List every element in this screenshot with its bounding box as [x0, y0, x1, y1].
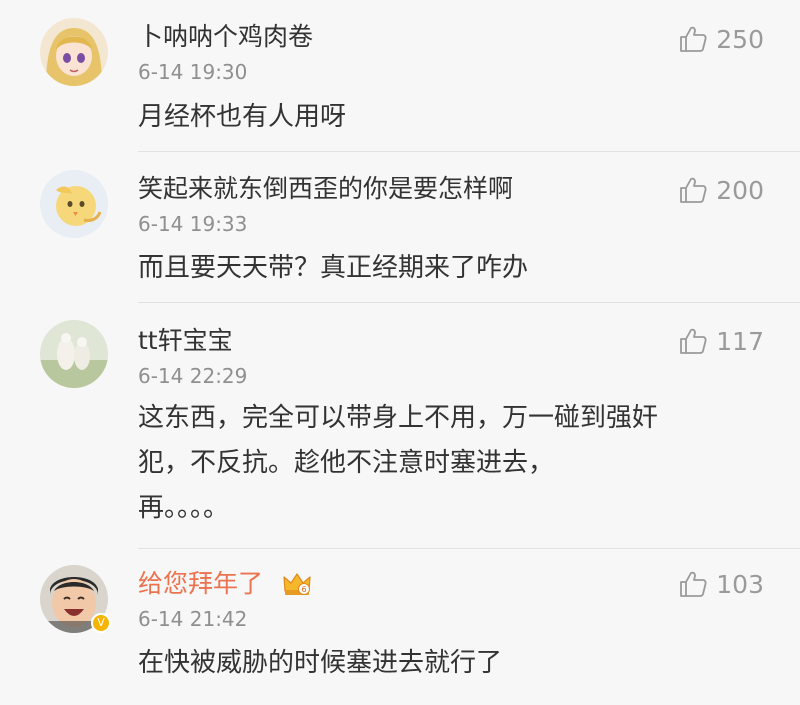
thumbs-up-icon: [680, 328, 707, 354]
like-count: 103: [716, 569, 764, 599]
comment-item: 笑起来就东倒西歪的你是要怎样啊 6-14 19:33 200 而且要天天带？真正…: [0, 152, 800, 303]
avatar-photo-image: [40, 320, 108, 388]
avatar-cartoon-bird-image: [40, 170, 108, 238]
comment-item: 卜呐呐个鸡肉卷 6-14 19:30 250 月经杯也有人用呀: [0, 0, 800, 152]
username[interactable]: 笑起来就东倒西歪的你是要怎样啊: [138, 174, 513, 204]
comment-item: V 给您拜年了 6 6-14 21:42 103 在快被威胁的时候塞进去就行了: [0, 549, 800, 705]
comment-text-line: 月经杯也有人用呀: [138, 102, 347, 132]
comment-text: 这东西，完全可以带身上不用，万一碰到强奸 犯，不反抗。趁他不注意时塞进去， 再。…: [138, 396, 778, 531]
like-count: 250: [716, 24, 764, 54]
like-button[interactable]: 117: [678, 326, 764, 356]
like-button[interactable]: 250: [678, 24, 764, 54]
username[interactable]: tt轩宝宝: [138, 326, 233, 356]
like-count: 200: [716, 175, 764, 205]
thumbs-up-icon: [680, 571, 707, 597]
avatar-anime-girl-image: [40, 18, 108, 86]
timestamp: 6-14 19:33: [138, 212, 248, 236]
avatar[interactable]: [40, 18, 108, 86]
like-button[interactable]: 200: [678, 175, 764, 205]
comment-text: 在快被威胁的时候塞进去就行了: [138, 641, 778, 686]
timestamp: 6-14 22:29: [138, 364, 248, 388]
comment-text-line: 而且要天天带？真正经期来了咋办: [138, 253, 529, 283]
username[interactable]: 卜呐呐个鸡肉卷: [138, 22, 313, 52]
comment-text-line: 在快被威胁的时候塞进去就行了: [138, 648, 503, 678]
like-count: 117: [716, 326, 764, 356]
comment-text-line: 再。。。。: [138, 493, 230, 523]
avatar[interactable]: [40, 170, 108, 238]
comment-text-line: 犯，不反抗。趁他不注意时塞进去，: [138, 448, 555, 478]
comment-item: tt轩宝宝 6-14 22:29 117 这东西，完全可以带身上不用，万一碰到强…: [0, 302, 800, 549]
comment-text-line: 这东西，完全可以带身上不用，万一碰到强奸: [138, 403, 659, 433]
comment-text: 月经杯也有人用呀: [138, 95, 778, 140]
thumbs-up-icon: [680, 177, 707, 203]
timestamp: 6-14 19:30: [138, 60, 248, 84]
crown-icon: 6: [283, 573, 311, 595]
like-button[interactable]: 103: [678, 569, 764, 599]
crown-level-label: 6: [301, 585, 306, 594]
thumbs-up-icon: [680, 26, 707, 52]
comment-text: 而且要天天带？真正经期来了咋办: [138, 246, 778, 291]
username[interactable]: 给您拜年了: [138, 569, 263, 599]
comment-list: 卜呐呐个鸡肉卷 6-14 19:30 250 月经杯也有人用呀 笑起来就东倒西歪…: [0, 0, 800, 705]
vip-badge-icon: V: [91, 613, 111, 633]
avatar[interactable]: [40, 320, 108, 388]
timestamp: 6-14 21:42: [138, 607, 248, 631]
